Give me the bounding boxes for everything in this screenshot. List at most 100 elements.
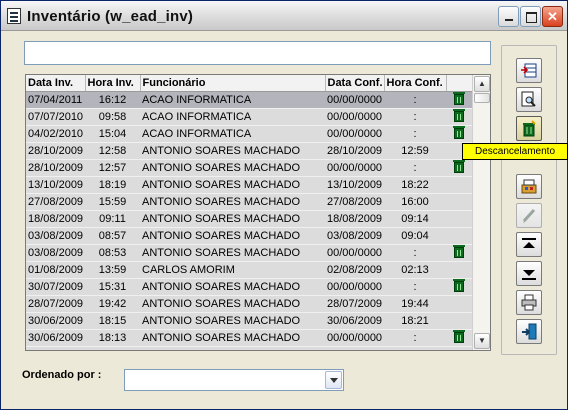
cell-data-conf: 00/00/0000 xyxy=(325,91,384,109)
cell-action[interactable] xyxy=(446,193,472,211)
print-preview-button[interactable] xyxy=(516,174,542,199)
trash-bin-icon[interactable] xyxy=(453,109,465,123)
move-top-button[interactable] xyxy=(516,232,542,257)
table-row[interactable]: 18/08/2009 09:11 ANTONIO SOARES MACHADO 18/… xyxy=(26,210,472,228)
magnify-page-icon xyxy=(521,91,537,108)
descancelamento-tooltip: Descancelamento xyxy=(462,143,568,160)
cell-funcionario: ACAO INFORMATICA xyxy=(140,125,325,143)
cell-action[interactable] xyxy=(446,244,472,262)
cell-action[interactable] xyxy=(446,125,472,143)
cell-data-conf: 00/00/0000 xyxy=(325,278,384,296)
cell-funcionario: ANTONIO SOARES MACHADO xyxy=(140,142,325,160)
cell-funcionario: ANTONIO SOARES MACHADO xyxy=(140,329,325,347)
order-by-select[interactable] xyxy=(124,369,344,391)
cell-action[interactable] xyxy=(446,176,472,194)
table-header: Data Inv. Hora Inv. Funcionário Data Con… xyxy=(26,75,473,92)
trash-bin-icon[interactable] xyxy=(453,330,465,344)
arrow-up-bar-icon xyxy=(521,236,537,253)
inventario-window: Inventário (w_ead_inv) ✕ Data Inv. Hora … xyxy=(0,0,568,410)
table-row[interactable]: 28/07/2009 19:42 ANTONIO SOARES MACHADO 28/… xyxy=(26,295,472,313)
cell-funcionario: ACAO INFORMATICA xyxy=(140,91,325,109)
close-button[interactable]: ✕ xyxy=(542,6,563,27)
cell-action[interactable] xyxy=(446,278,472,296)
col-action-header xyxy=(446,75,473,92)
print-button[interactable] xyxy=(516,290,542,315)
edit-button[interactable] xyxy=(516,203,542,228)
cell-action[interactable] xyxy=(446,261,472,279)
cell-action[interactable] xyxy=(446,227,472,245)
cell-action[interactable] xyxy=(446,295,472,313)
trash-bin-icon[interactable] xyxy=(453,245,465,259)
cell-funcionario: ANTONIO SOARES MACHADO xyxy=(140,312,325,330)
cell-hora-conf: 09:14 xyxy=(384,210,446,228)
cell-hora-inv: 18:15 xyxy=(85,312,140,330)
action-toolbar xyxy=(501,45,557,355)
table-row[interactable]: 01/08/2009 13:59 CARLOS AMORIM 02/08/2009 02… xyxy=(26,261,472,279)
cell-data-conf: 30/06/2009 xyxy=(325,312,384,330)
trash-bin-icon[interactable] xyxy=(453,126,465,140)
cell-data-inv: 28/07/2009 xyxy=(26,295,85,313)
insert-row-button[interactable] xyxy=(516,58,542,83)
scroll-thumb[interactable] xyxy=(474,93,490,103)
cell-data-inv: 30/06/2009 xyxy=(26,329,85,347)
scroll-up-button[interactable]: ▲ xyxy=(474,76,490,92)
cell-hora-inv: 15:59 xyxy=(85,193,140,211)
col-data-conf-header[interactable]: Data Conf. xyxy=(325,75,385,92)
cell-data-inv: 03/08/2009 xyxy=(26,227,85,245)
scroll-down-button[interactable]: ▼ xyxy=(474,333,490,349)
minimize-button[interactable] xyxy=(498,6,519,27)
table-row[interactable]: 28/10/2009 12:57 ANTONIO SOARES MACHADO 00/… xyxy=(26,159,472,177)
cell-action[interactable] xyxy=(446,91,472,109)
cell-hora-inv: 09:58 xyxy=(85,108,140,126)
preview-button[interactable] xyxy=(516,87,542,112)
cell-funcionario: ANTONIO SOARES MACHADO xyxy=(140,176,325,194)
cell-action[interactable] xyxy=(446,210,472,228)
pencil-icon xyxy=(521,207,537,224)
table-row[interactable]: 30/07/2009 15:31 ANTONIO SOARES MACHADO 00/… xyxy=(26,278,472,296)
cell-action[interactable] xyxy=(446,108,472,126)
cell-hora-inv: 18:19 xyxy=(85,176,140,194)
table-body: 07/04/2011 16:12 ACAO INFORMATICA 00/00/000… xyxy=(26,91,472,347)
col-data-inv-header[interactable]: Data Inv. xyxy=(26,75,86,92)
table-row[interactable]: 04/02/2010 15:04 ACAO INFORMATICA 00/00/000… xyxy=(26,125,472,143)
cell-action[interactable] xyxy=(446,312,472,330)
cell-data-inv: 28/10/2009 xyxy=(26,159,85,177)
exit-button[interactable] xyxy=(516,319,542,344)
col-funcionario-header[interactable]: Funcionário xyxy=(140,75,326,92)
cell-funcionario: ANTONIO SOARES MACHADO xyxy=(140,295,325,313)
table-row[interactable]: 13/10/2009 18:19 ANTONIO SOARES MACHADO 13/… xyxy=(26,176,472,194)
cell-hora-inv: 15:31 xyxy=(85,278,140,296)
app-icon xyxy=(7,8,21,24)
table-row[interactable]: 07/07/2010 09:58 ACAO INFORMATICA 00/00/000… xyxy=(26,108,472,126)
chevron-down-icon[interactable] xyxy=(325,371,342,389)
trash-bin-icon[interactable] xyxy=(453,160,465,174)
trash-bin-icon[interactable] xyxy=(453,279,465,293)
col-hora-inv-header[interactable]: Hora Inv. xyxy=(85,75,141,92)
move-bottom-button[interactable] xyxy=(516,261,542,286)
table-row[interactable]: 27/08/2009 15:59 ANTONIO SOARES MACHADO 27/… xyxy=(26,193,472,211)
table-row[interactable]: 30/06/2009 18:13 ANTONIO SOARES MACHADO 00/… xyxy=(26,329,472,347)
vertical-scrollbar[interactable]: ▲ ▼ xyxy=(472,75,490,350)
cell-action[interactable] xyxy=(446,159,472,177)
printer-icon xyxy=(521,294,537,311)
cell-data-inv: 30/06/2009 xyxy=(26,312,85,330)
cell-data-conf: 00/00/0000 xyxy=(325,159,384,177)
cell-data-inv: 04/02/2010 xyxy=(26,125,85,143)
filter-input[interactable] xyxy=(24,41,491,65)
cell-data-conf: 00/00/0000 xyxy=(325,244,384,262)
table-row[interactable]: 03/08/2009 08:57 ANTONIO SOARES MACHADO 03/… xyxy=(26,227,472,245)
trash-bin-icon xyxy=(521,120,537,137)
cell-hora-conf: 02:13 xyxy=(384,261,446,279)
col-hora-conf-header[interactable]: Hora Conf. xyxy=(384,75,447,92)
table-row[interactable]: 30/06/2009 18:15 ANTONIO SOARES MACHADO 30/… xyxy=(26,312,472,330)
table-row[interactable]: 07/04/2011 16:12 ACAO INFORMATICA 00/00/000… xyxy=(26,91,472,109)
cell-hora-inv: 15:04 xyxy=(85,125,140,143)
table-row[interactable]: 28/10/2009 12:58 ANTONIO SOARES MACHADO 28/… xyxy=(26,142,472,160)
table-row[interactable]: 03/08/2009 08:53 ANTONIO SOARES MACHADO 00/… xyxy=(26,244,472,262)
trash-bin-icon[interactable] xyxy=(453,92,465,106)
maximize-button[interactable] xyxy=(520,6,541,27)
cell-action[interactable] xyxy=(446,329,472,347)
descancelamento-button[interactable] xyxy=(516,116,542,141)
cell-data-inv: 30/07/2009 xyxy=(26,278,85,296)
cell-funcionario: ANTONIO SOARES MACHADO xyxy=(140,227,325,245)
